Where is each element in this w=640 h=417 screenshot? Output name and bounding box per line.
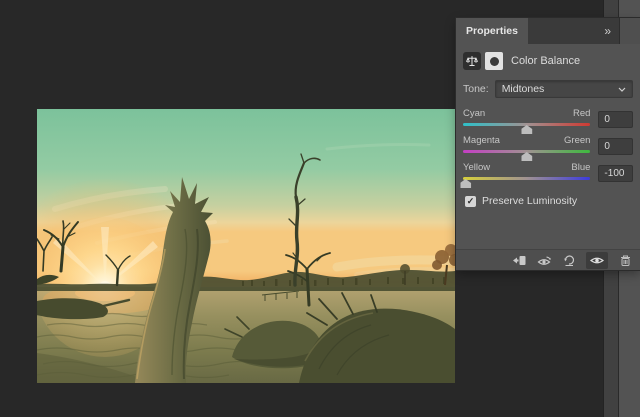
preserve-luminosity-checkbox[interactable]: ✓	[465, 196, 476, 207]
chevron-down-icon	[618, 87, 626, 92]
yellow-blue-track[interactable]	[463, 177, 590, 180]
label-yellow: Yellow	[463, 162, 490, 173]
tabbar-spacer	[528, 18, 597, 44]
cyan-red-thumb[interactable]	[521, 125, 532, 134]
tone-label: Tone:	[463, 83, 489, 95]
cyan-red-slider-row: Cyan Red 0	[463, 108, 633, 128]
delete-adjustment-icon[interactable]	[617, 252, 633, 268]
label-cyan: Cyan	[463, 108, 485, 119]
color-balance-scale-icon	[463, 52, 481, 70]
yellow-blue-thumb[interactable]	[460, 179, 471, 188]
panel-empty-area	[456, 207, 640, 249]
panel-bottom-toolbar	[456, 249, 640, 270]
magenta-green-slider-row: Magenta Green 0	[463, 135, 633, 155]
preserve-luminosity-row: ✓ Preserve Luminosity	[465, 195, 631, 207]
collapse-panel-icon[interactable]: »	[597, 18, 619, 44]
label-magenta: Magenta	[463, 135, 500, 146]
mask-dot	[490, 57, 499, 66]
tab-properties[interactable]: Properties	[456, 18, 528, 44]
adjustment-title: Color Balance	[511, 55, 580, 67]
tone-row: Tone: Midtones	[463, 80, 633, 98]
magenta-green-value-field[interactable]: 0	[598, 138, 633, 155]
panel-tabbar: Properties »	[456, 18, 640, 44]
dock-stub	[619, 18, 640, 44]
adjustment-header: Color Balance	[463, 52, 633, 70]
tone-select[interactable]: Midtones	[495, 80, 633, 98]
toggle-visibility-icon[interactable]	[586, 252, 608, 269]
color-balance-sliders: Cyan Red 0 Magenta Green	[463, 101, 633, 182]
layer-mask-thumbnail[interactable]	[485, 52, 503, 70]
label-green: Green	[564, 135, 590, 146]
tone-selected-value: Midtones	[502, 83, 618, 95]
yellow-blue-value-field[interactable]: -100	[598, 165, 633, 182]
cyan-red-value-field[interactable]: 0	[598, 111, 633, 128]
cyan-red-track[interactable]	[463, 123, 590, 126]
panel-content: Color Balance Tone: Midtones Cyan Red	[456, 44, 640, 270]
label-blue: Blue	[571, 162, 590, 173]
magenta-green-thumb[interactable]	[521, 152, 532, 161]
clip-to-layer-icon[interactable]	[511, 252, 527, 268]
view-previous-state-icon[interactable]	[536, 252, 552, 268]
properties-panel: Properties » Color Balance Tone: Midtone…	[456, 18, 640, 270]
document-canvas[interactable]	[37, 109, 455, 383]
magenta-green-track[interactable]	[463, 150, 590, 153]
yellow-blue-slider-row: Yellow Blue -100	[463, 162, 633, 182]
reset-adjustment-icon[interactable]	[561, 252, 577, 268]
preserve-luminosity-label: Preserve Luminosity	[482, 195, 577, 207]
desert-photo	[37, 109, 455, 383]
label-red: Red	[573, 108, 590, 119]
